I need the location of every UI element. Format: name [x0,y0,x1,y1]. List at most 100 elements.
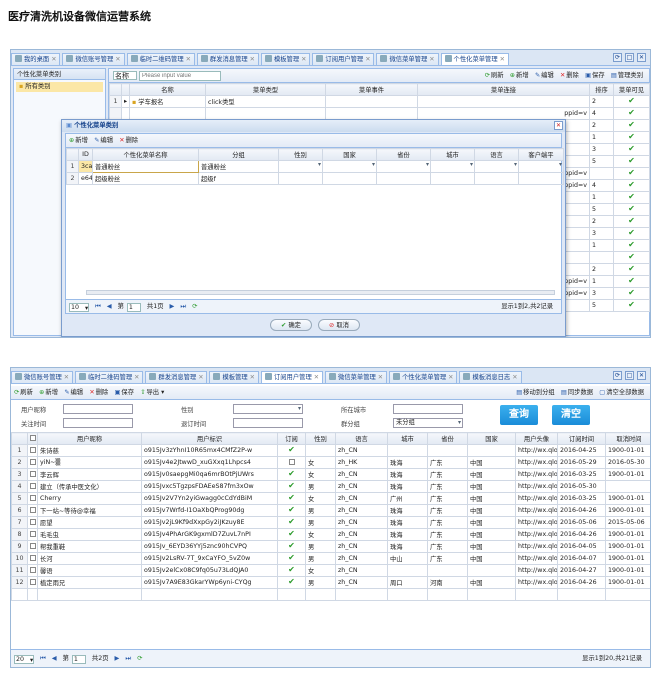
table-row[interactable]: 9 帮我重鞋 o915Jv_6EYD36YYj5znc90hCVPQ ✔ 男 zh_CN 珠… [11,540,650,553]
table-row[interactable]: 1 ▸ ▪ 学车报名 click类型 2 ✔ [109,95,650,108]
next-page-icon[interactable]: ▶ [170,300,175,314]
menu-grid-header[interactable]: 排序 [589,83,614,96]
close-window-icon[interactable]: ✕ [637,371,646,380]
user-grid-header[interactable]: 语言 [335,432,388,445]
tab-top-6[interactable]: 微信菜单管理 ✕ [376,53,439,65]
page-size-select[interactable]: 10 ▾ [69,302,89,312]
user-grid-header[interactable]: 取消时间 [605,432,650,445]
close-window-icon[interactable]: ✕ [637,53,646,62]
row-checkbox[interactable] [30,495,36,501]
menu-grid-header[interactable]: 菜单连接 [417,83,590,96]
tab-close-icon[interactable]: ✕ [378,374,383,381]
edit-button[interactable]: ✎编辑 [535,69,554,83]
user-grid-header[interactable]: 性别 [305,432,336,445]
page-input[interactable]: 1 [71,654,86,664]
select-all-checkbox[interactable] [30,435,36,441]
row-checkbox[interactable] [30,555,36,561]
edit-select-cell[interactable]: ▾ [278,160,323,173]
group-select[interactable]: 未分组 ▾ [393,418,463,428]
row-checkbox-cell[interactable] [27,444,38,457]
refresh-window-icon[interactable]: ⟳ [613,371,622,380]
search-field-select[interactable]: 名称 [113,71,137,80]
maximize-icon[interactable]: □ [625,53,634,62]
tab-top-0[interactable]: 我的桌面 ✕ [11,53,61,65]
table-row[interactable]: ppid=v 4 ✔ [109,107,650,120]
row-checkbox[interactable] [30,483,36,489]
tab-close-icon[interactable]: ✕ [365,56,370,63]
prev-page-icon[interactable]: ◀ [52,650,57,667]
dialog-add-button[interactable]: ⊕新增 [69,134,88,148]
save-button[interactable]: ▣保存 [114,386,134,400]
row-checkbox[interactable] [30,447,36,453]
user-grid-header[interactable]: 订阅 [277,432,306,445]
tab-close-icon[interactable]: ✕ [51,56,56,63]
edit-select-cell[interactable]: ▾ [474,160,519,173]
delete-button[interactable]: ✕删除 [89,386,108,400]
tab-close-icon[interactable]: ✕ [500,56,505,63]
delete-button[interactable]: ✕删除 [560,69,579,83]
clear-button[interactable]: 清空 [552,405,590,425]
dialog-delete-button[interactable]: ✕删除 [119,134,138,148]
dialog-grid-header[interactable]: 国家 [322,148,377,161]
city-input[interactable] [393,404,463,414]
page-input[interactable]: 1 [126,302,141,312]
row-checkbox-cell[interactable] [27,468,38,481]
table-row[interactable]: 1 3ca 普通粉丝 普通粉丝 ▾ ▾ ▾ ▾ ▾ ▾ [66,160,564,173]
search-input[interactable] [139,71,221,81]
move-group-button[interactable]: ▤移动到分组 [516,386,554,400]
manage-category-button[interactable]: ▤管理类别 [611,69,643,83]
tab-bottom-6[interactable]: 个性化菜单管理 ✕ [389,371,458,383]
category-all-item[interactable]: ▪ 所有类别 [16,82,103,92]
row-checkbox[interactable] [30,459,36,465]
tab-close-icon[interactable]: ✕ [250,374,255,381]
row-checkbox-cell[interactable] [27,564,38,577]
tab-top-4[interactable]: 模板管理 ✕ [260,53,311,65]
dialog-grid-header[interactable]: 性别 [278,148,323,161]
first-page-icon[interactable]: ⏮ [40,650,46,667]
dialog-grid-header[interactable]: 城市 [430,148,475,161]
add-button[interactable]: ⊕新增 [39,386,58,400]
user-grid-header[interactable]: 订阅时间 [557,432,606,445]
user-grid-header[interactable]: 国家 [467,432,516,445]
save-button[interactable]: ▣保存 [585,69,605,83]
tab-bottom-7[interactable]: 模板消息日志 ✕ [459,371,522,383]
user-grid-header[interactable]: 城市 [387,432,428,445]
tab-top-2[interactable]: 临时二维码管理 ✕ [126,53,195,65]
dialog-scrollbar[interactable] [86,290,555,295]
row-checkbox[interactable] [30,519,36,525]
refresh-window-icon[interactable]: ⟳ [613,53,622,62]
row-checkbox-cell[interactable] [27,516,38,529]
row-checkbox-cell[interactable] [27,576,38,589]
tab-close-icon[interactable]: ✕ [186,56,191,63]
tab-bottom-0[interactable]: 微信账号管理 ✕ [11,371,74,383]
tab-close-icon[interactable]: ✕ [314,374,319,381]
refresh-button[interactable]: ⟳刷新 [14,386,33,400]
cancel-button[interactable]: ⊘ 取消 [318,319,360,331]
dialog-grid-header[interactable]: 客户端平 [518,148,564,161]
dialog-grid-header[interactable]: 语言 [474,148,519,161]
user-grid-header[interactable]: 用户标识 [141,432,278,445]
next-page-icon[interactable]: ▶ [115,650,120,667]
tab-bottom-5[interactable]: 微信菜单管理 ✕ [325,371,388,383]
refresh-button[interactable]: ⟳刷新 [485,69,504,83]
table-row[interactable]: 5 Cherry o915Jv2V7Yn2yiGwagg0cCdYdBiM ✔ 女 zh_… [11,492,650,505]
row-checkbox[interactable] [30,579,36,585]
tab-close-icon[interactable]: ✕ [64,374,69,381]
row-checkbox-cell[interactable] [27,492,38,505]
export-button[interactable]: ⇪导出 ▾ [140,386,164,400]
maximize-icon[interactable]: □ [625,371,634,380]
table-row[interactable]: 7 愿望 o915Jv2jL9Kf9dXxpGy2iJKzuy8E ✔ 男 zh_CN 珠海… [11,516,650,529]
table-row[interactable]: 11 馨语 o915Jv2elCx08C9fq05u73LdQJA0 ✔ 女 zh_CN h… [11,564,650,577]
user-grid-header[interactable]: 用户头像 [515,432,558,445]
tab-bottom-3[interactable]: 模板管理 ✕ [209,371,259,383]
table-row[interactable]: 4 建立（传承中医文化） o915Jvxc5TgzpsFDAEeS87fm3xOw ✔… [11,480,650,493]
row-checkbox[interactable] [30,567,36,573]
table-row[interactable]: 8 毛毛虫 o915Jv4PhArGK9gxmlD7ZuvL7nPI ✔ 女 zh_CN 珠… [11,528,650,541]
prev-page-icon[interactable]: ◀ [107,300,112,314]
row-checkbox-cell[interactable] [27,540,38,553]
row-checkbox-cell[interactable] [27,552,38,565]
clear-all-button[interactable]: ▢清空全部数据 [599,386,644,400]
table-row[interactable]: 3 李云辉 o915Jv0saepgMi0qa6mrBOtPjUWrs ✔ 女 zh_CN… [11,468,650,481]
dialog-grid-header[interactable]: ID [78,148,93,161]
edit-select-cell[interactable]: ▾ [430,160,475,173]
